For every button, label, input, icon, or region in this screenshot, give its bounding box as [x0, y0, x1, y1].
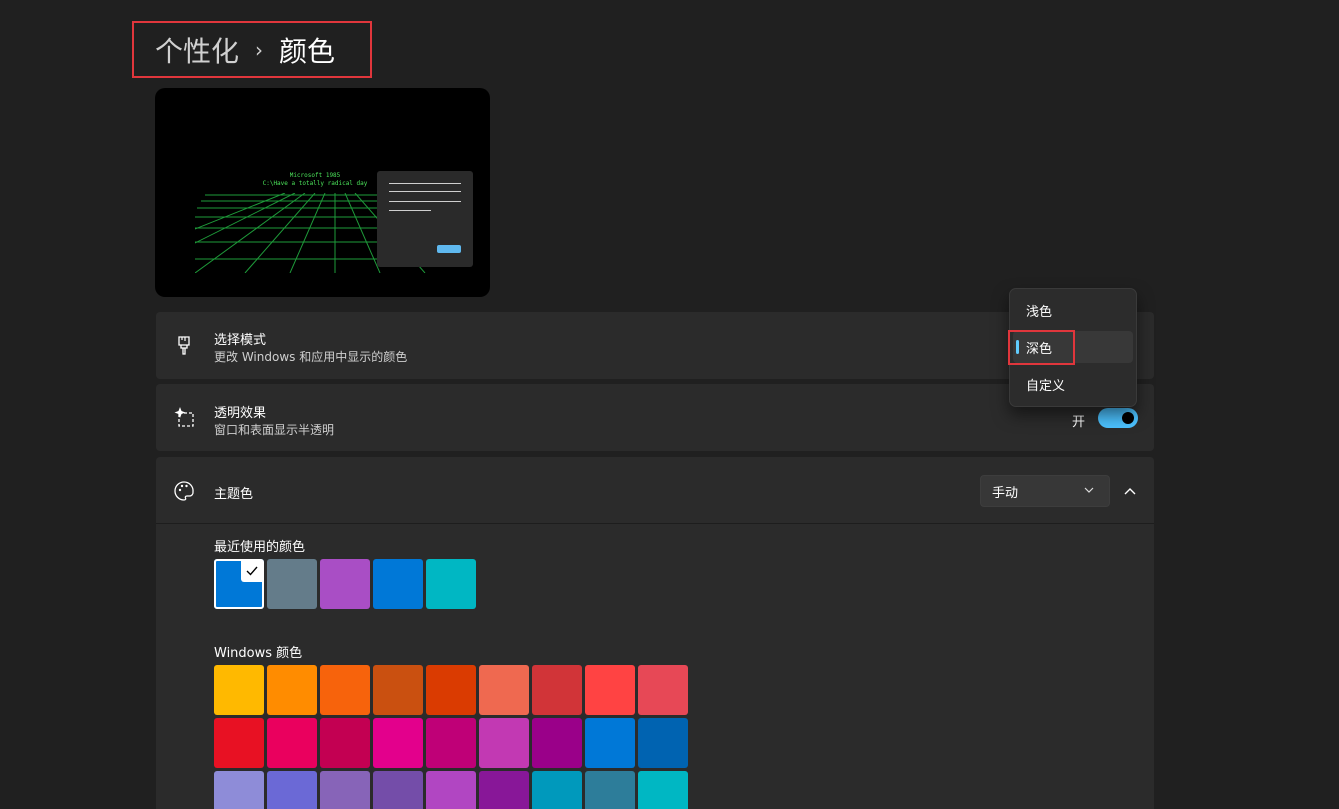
windows-color-swatch[interactable]	[532, 771, 582, 809]
highlight-box	[1008, 330, 1075, 365]
windows-color-swatch[interactable]	[479, 771, 529, 809]
chevron-down-icon	[1083, 484, 1095, 500]
preview-dialog	[377, 171, 473, 267]
recent-color-swatch[interactable]	[373, 559, 423, 609]
accent-mode-dropdown[interactable]: 手动	[980, 475, 1110, 507]
windows-color-swatch[interactable]	[267, 771, 317, 809]
windows-color-swatch[interactable]	[320, 665, 370, 715]
recent-color-swatch[interactable]	[320, 559, 370, 609]
windows-color-swatch[interactable]	[479, 665, 529, 715]
windows-color-swatch[interactable]	[426, 665, 476, 715]
transparency-title: 透明效果	[214, 406, 267, 421]
toggle-knob	[1122, 412, 1134, 424]
windows-color-swatch[interactable]	[479, 718, 529, 768]
windows-color-swatch[interactable]	[373, 718, 423, 768]
page-title: 颜色	[279, 34, 336, 68]
windows-color-swatch[interactable]	[214, 771, 264, 809]
windows-color-swatch[interactable]	[320, 718, 370, 768]
choose-mode-row: 选择模式 更改 Windows 和应用中显示的颜色	[156, 312, 1154, 379]
brush-icon	[172, 334, 196, 358]
windows-colors-title: Windows 颜色	[214, 646, 303, 661]
transparency-toggle[interactable]	[1098, 408, 1138, 428]
windows-color-swatch[interactable]	[373, 771, 423, 809]
recent-color-swatch[interactable]	[214, 559, 264, 609]
windows-color-swatch[interactable]	[638, 771, 688, 809]
windows-color-swatch[interactable]	[214, 718, 264, 768]
accent-color-title: 主题色	[214, 487, 254, 502]
checkmark-icon	[241, 560, 263, 582]
transparency-subtitle: 窗口和表面显示半透明	[214, 423, 335, 437]
windows-color-swatch[interactable]	[267, 718, 317, 768]
windows-color-swatch[interactable]	[214, 665, 264, 715]
windows-color-swatch[interactable]	[426, 771, 476, 809]
windows-color-swatch[interactable]	[267, 665, 317, 715]
breadcrumb-parent[interactable]: 个性化	[155, 30, 239, 70]
chevron-up-icon[interactable]	[1120, 481, 1140, 501]
menu-item-label: 自定义	[1026, 378, 1066, 394]
menu-item-light[interactable]: 浅色	[1013, 294, 1133, 326]
recent-color-swatch[interactable]	[267, 559, 317, 609]
windows-color-swatch[interactable]	[638, 665, 688, 715]
breadcrumb: 个性化 › 颜色	[132, 21, 372, 78]
windows-color-swatch[interactable]	[532, 718, 582, 768]
breadcrumb-separator: ›	[255, 37, 264, 62]
transparency-state-label: 开	[1072, 415, 1086, 430]
windows-color-swatch[interactable]	[320, 771, 370, 809]
windows-color-swatch[interactable]	[373, 665, 423, 715]
recent-colors-title: 最近使用的颜色	[214, 540, 306, 555]
windows-color-swatch[interactable]	[426, 718, 476, 768]
palette-icon	[172, 479, 196, 503]
transparency-row: 透明效果 窗口和表面显示半透明	[156, 384, 1154, 451]
windows-color-swatch[interactable]	[638, 718, 688, 768]
windows-color-swatch[interactable]	[585, 665, 635, 715]
theme-preview: Microsoft 1985 C:\Have a totally radical…	[155, 88, 490, 297]
windows-color-swatch[interactable]	[585, 771, 635, 809]
recent-color-swatch[interactable]	[426, 559, 476, 609]
transparency-icon	[172, 405, 196, 429]
choose-mode-title: 选择模式	[214, 333, 267, 348]
menu-item-label: 浅色	[1026, 304, 1053, 320]
menu-item-custom[interactable]: 自定义	[1013, 368, 1133, 400]
choose-mode-subtitle: 更改 Windows 和应用中显示的颜色	[214, 350, 408, 364]
windows-color-swatch[interactable]	[532, 665, 582, 715]
accent-mode-value: 手动	[992, 485, 1019, 501]
windows-color-swatch[interactable]	[585, 718, 635, 768]
